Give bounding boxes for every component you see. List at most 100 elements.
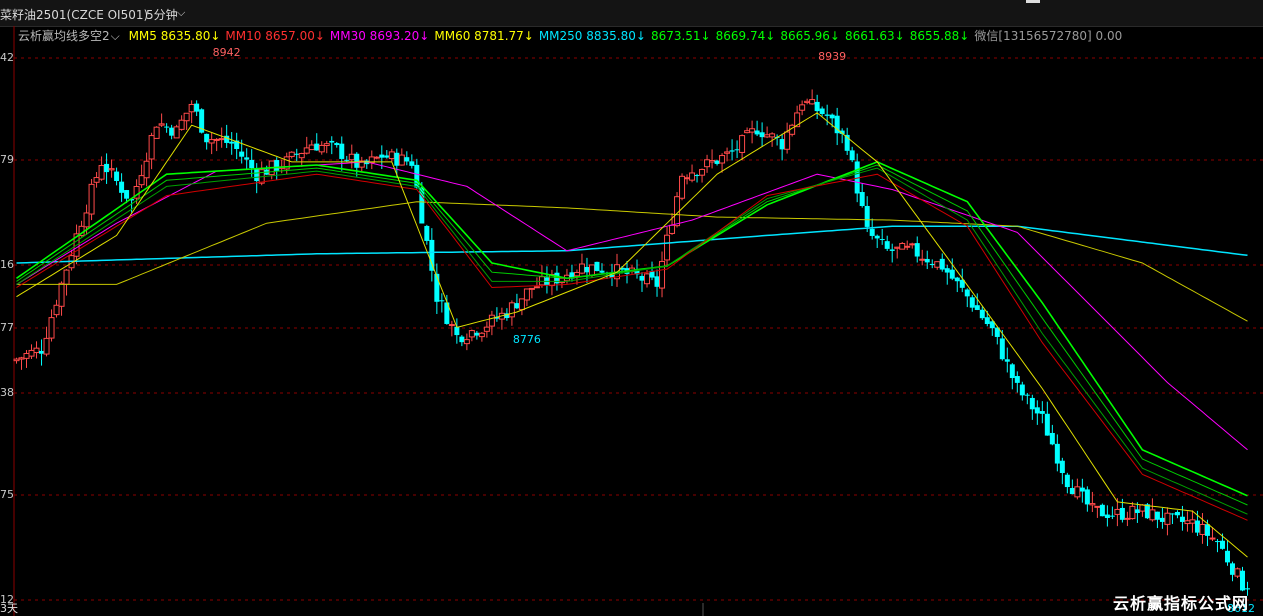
candle-body: [654, 276, 660, 287]
candle-body: [1029, 397, 1035, 410]
candle-body: [169, 127, 175, 136]
candle-body: [119, 181, 125, 193]
candle-body: [1014, 376, 1020, 383]
candle-body: [824, 114, 830, 116]
candle-body: [1039, 411, 1045, 414]
candle-body: [483, 326, 490, 332]
candle-body: [459, 336, 465, 343]
candle-body: [814, 101, 820, 112]
candle-body: [849, 150, 855, 161]
candle-body: [398, 154, 405, 166]
candle-body: [749, 128, 756, 133]
candle-body: [18, 357, 25, 360]
candle-body: [1224, 550, 1230, 563]
candle-body: [164, 126, 170, 128]
candle-body: [669, 224, 676, 234]
candle-body: [318, 144, 325, 153]
candle-body: [1179, 516, 1185, 522]
candle-body: [1154, 511, 1160, 520]
high-label-2: 8939: [818, 50, 846, 63]
candle-body: [1134, 509, 1140, 513]
candle-body: [1124, 517, 1131, 520]
candle-body: [298, 152, 305, 159]
candle-body: [1094, 505, 1101, 508]
y-tick-label: 42: [0, 51, 14, 64]
candle-body: [104, 163, 110, 173]
candle-body: [1059, 460, 1065, 474]
candle-body: [1049, 432, 1055, 445]
candle-body: [308, 144, 315, 151]
candle-body: [108, 168, 115, 171]
candle-body: [809, 99, 816, 105]
candle-body: [1229, 563, 1235, 575]
candle-body: [488, 314, 495, 327]
candle-body: [764, 134, 771, 138]
price-chart[interactable]: 8942 893987768612: [0, 0, 1263, 616]
candle-body: [13, 358, 20, 362]
candle-body: [909, 243, 916, 246]
candle-body: [329, 140, 335, 143]
candle-body: [679, 175, 686, 199]
candle-body: [314, 143, 320, 151]
candle-body: [514, 303, 520, 309]
candle-body: [1204, 524, 1210, 536]
candle-body: [784, 131, 791, 150]
candle-body: [779, 139, 785, 150]
candle-body: [448, 324, 455, 327]
candle-body: [88, 183, 95, 215]
candle-body: [1064, 474, 1070, 488]
candle-body: [739, 135, 746, 153]
candle-body: [339, 143, 345, 159]
candle-body: [714, 160, 720, 164]
candle-body: [508, 302, 515, 318]
candle-body: [528, 287, 535, 290]
candle-body: [1004, 359, 1010, 362]
candle-body: [919, 258, 926, 261]
candle-body: [879, 239, 885, 241]
candle-body: [98, 165, 105, 180]
candle-body: [124, 190, 130, 199]
candle-body: [208, 139, 215, 144]
candle-body: [288, 151, 295, 157]
candle-body: [138, 175, 145, 186]
candle-body: [874, 235, 880, 239]
candle-body: [173, 126, 180, 139]
candle-body: [1149, 509, 1156, 521]
candle-body: [344, 159, 350, 161]
candle-body: [584, 267, 590, 273]
candle-body: [1199, 523, 1206, 535]
candle-body: [754, 130, 760, 135]
candle-body: [533, 286, 540, 289]
candle-body: [114, 171, 120, 182]
candle-body: [303, 147, 310, 154]
candle-body: [254, 168, 260, 182]
candle-body: [148, 135, 155, 160]
candle-body: [1089, 503, 1096, 506]
candle-body: [334, 143, 340, 146]
candle-body: [384, 155, 390, 158]
candle-body: [729, 150, 735, 152]
candle-body: [644, 273, 651, 285]
candle-body: [1099, 504, 1105, 517]
candle-body: [594, 261, 600, 272]
candle-body: [1194, 520, 1200, 533]
candle-body: [239, 151, 245, 157]
ribbon-line: [16, 164, 1248, 506]
candle-body: [538, 276, 545, 286]
y-tick-label: 77: [0, 321, 14, 334]
candle-body: [379, 154, 385, 158]
candle-body: [599, 270, 605, 273]
candle-body: [424, 225, 430, 241]
candle-body: [143, 160, 150, 179]
candle-body: [158, 123, 165, 126]
candle-body: [354, 153, 360, 168]
candle-body: [979, 309, 985, 319]
candle-body: [1109, 515, 1115, 517]
candle-body: [1159, 517, 1165, 522]
candle-body: [864, 205, 870, 227]
candle-body: [523, 288, 530, 301]
y-tick-label: 38: [0, 386, 14, 399]
candle-body: [588, 264, 595, 276]
candle-body: [949, 269, 955, 279]
candle-body: [924, 258, 930, 263]
